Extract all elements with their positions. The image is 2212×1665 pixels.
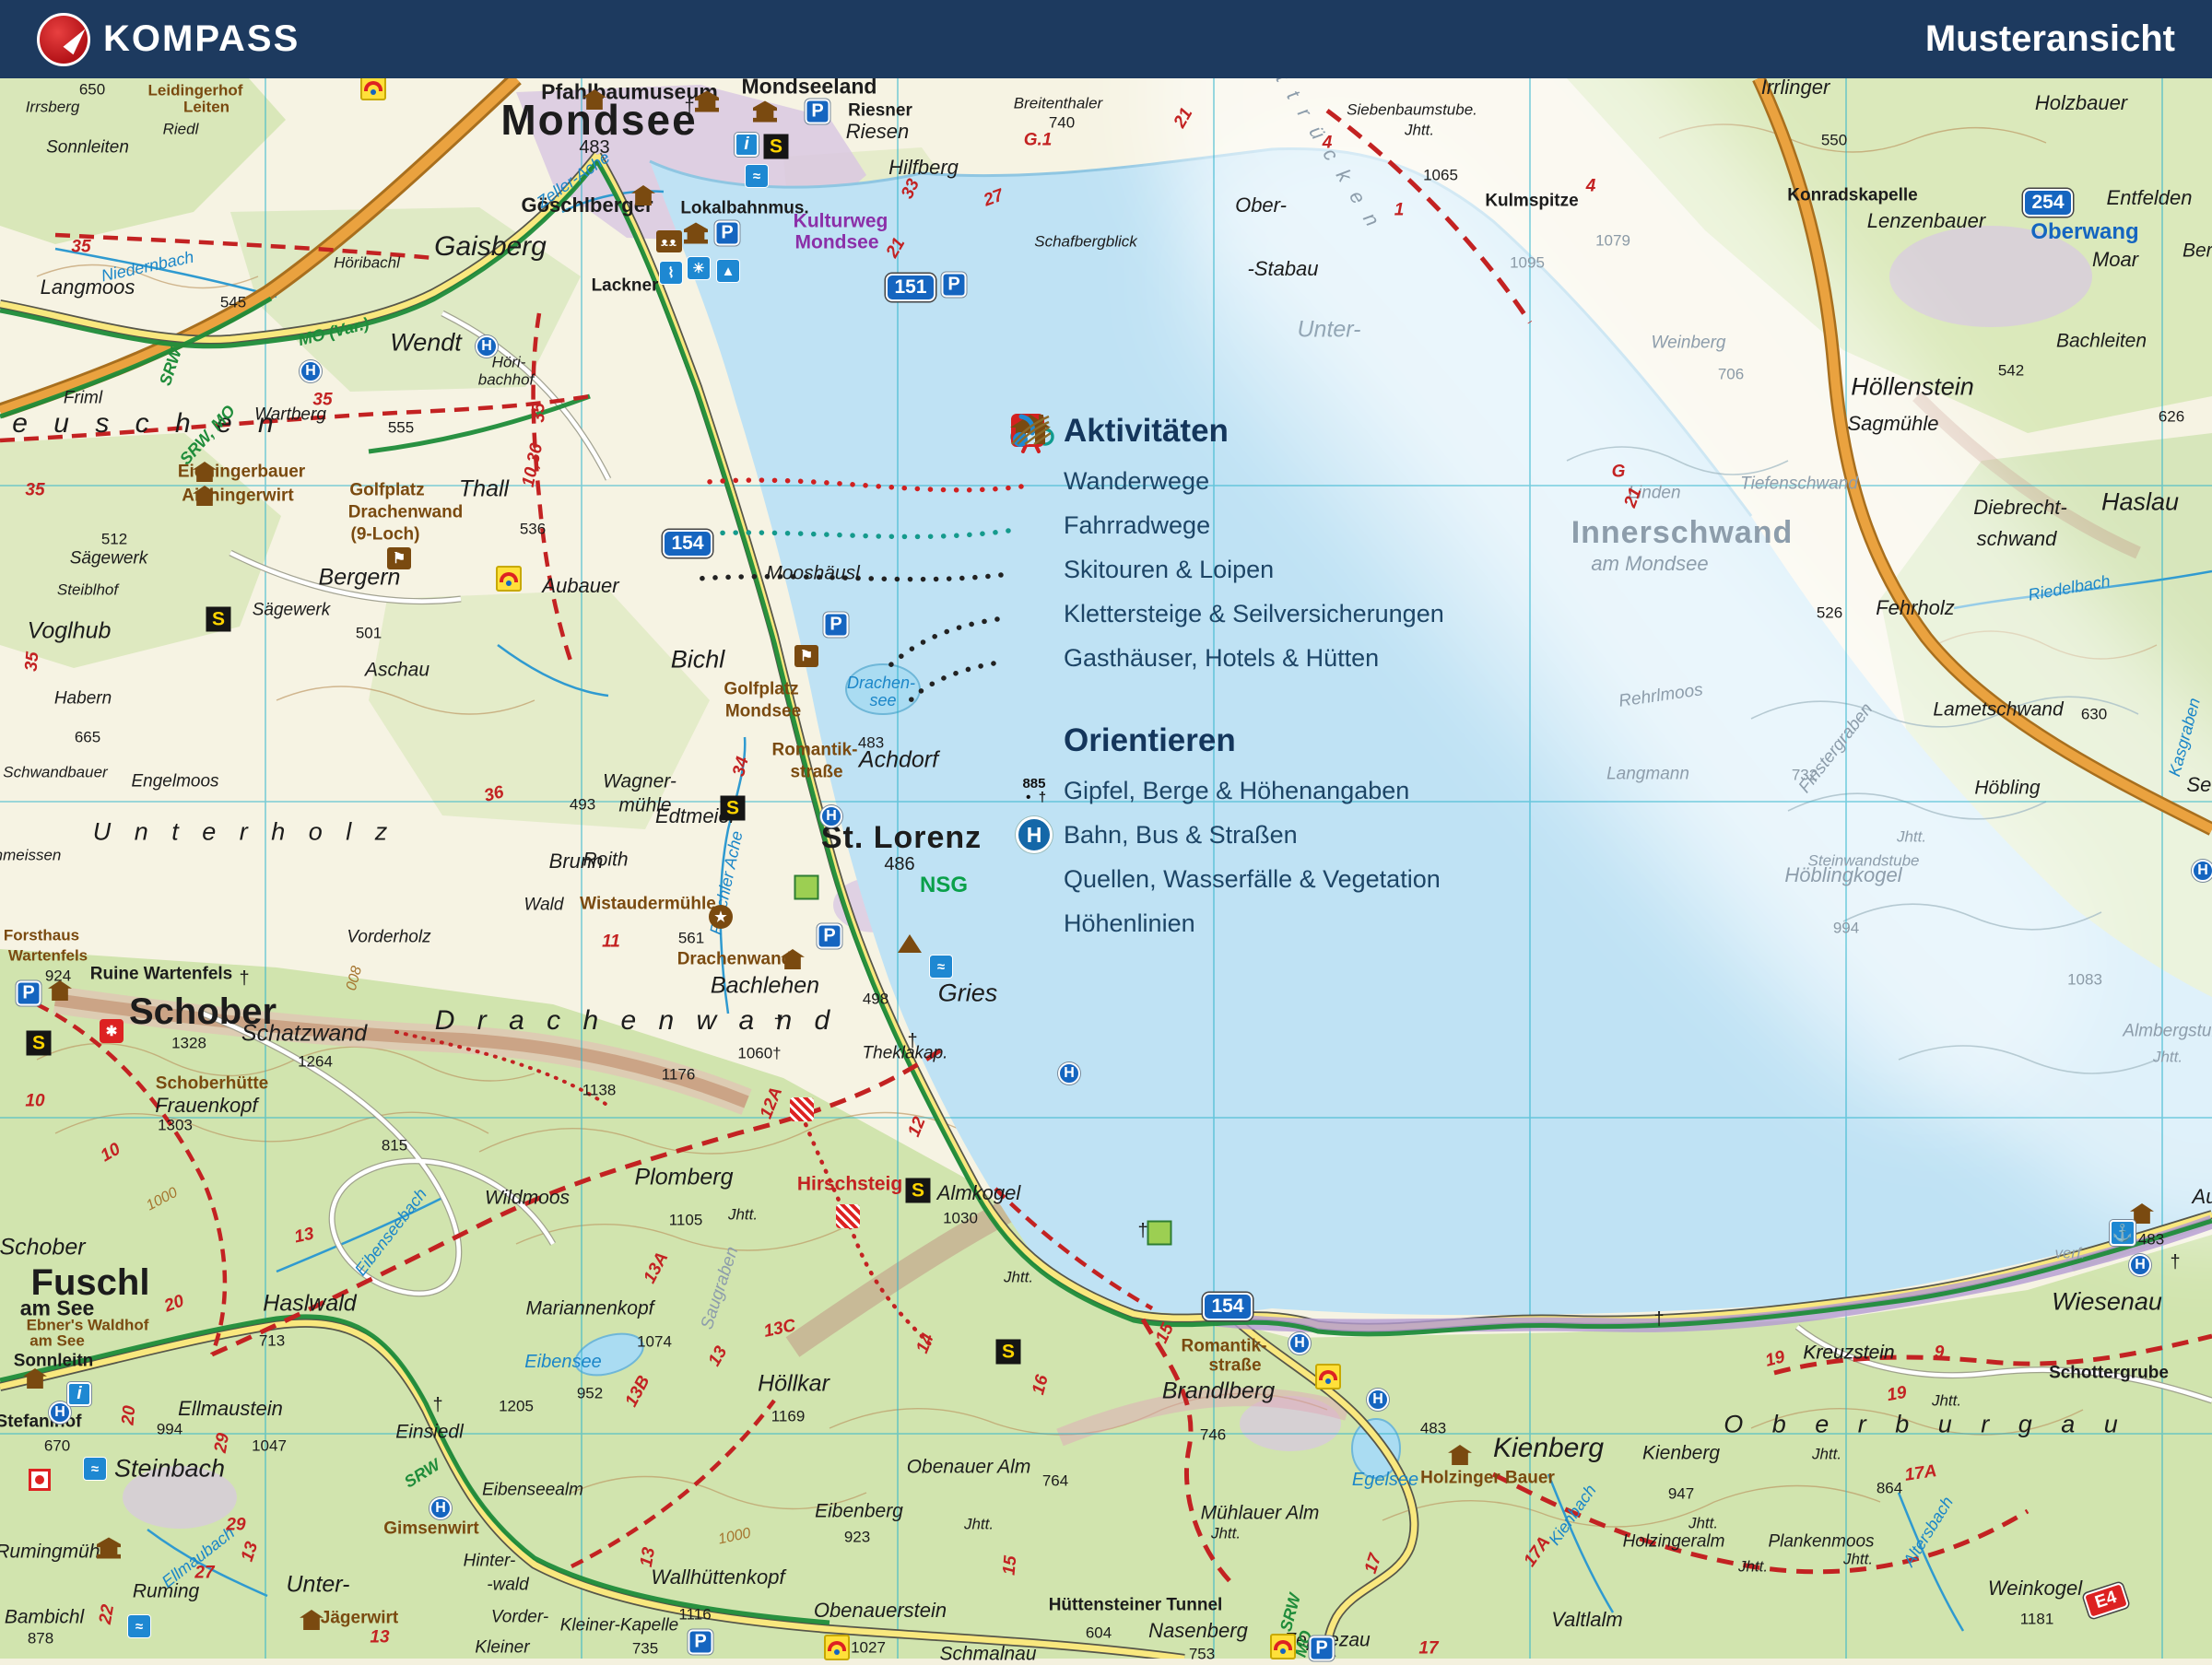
legend-item-label: Höhenlinien — [1064, 909, 1195, 938]
legend-orientation-items: 885 • †Gipfel, Berge & HöhenangabenHBahn… — [1010, 768, 1444, 945]
header-bar: KOMPASS Musteransicht — [0, 0, 2212, 78]
legend-item: Fahrradwege — [1010, 503, 1444, 547]
legend-item: HBahn, Bus & Straßen — [1010, 813, 1444, 857]
legend-item-label: Bahn, Bus & Straßen — [1064, 821, 1298, 850]
legend-activities-heading: Aktivitäten — [1064, 413, 1444, 450]
legend-item-label: Wanderwege — [1064, 467, 1209, 496]
brand: KOMPASS — [37, 13, 300, 66]
legend-activities-items: Wanderwege Fahrradwege Skitouren & Loipen K… — [1010, 459, 1444, 680]
page-title: Musteransicht — [1925, 18, 2175, 60]
kompass-logo-icon — [37, 13, 90, 66]
legend-item-label: Klettersteige & Seilversicherungen — [1064, 600, 1444, 628]
legend-item: Skitouren & Loipen — [1010, 547, 1444, 592]
brand-name: KOMPASS — [103, 18, 300, 60]
legend-item-label: Fahrradwege — [1064, 511, 1210, 540]
legend-item: Klettersteige & Seilversicherungen — [1010, 592, 1444, 636]
legend-orientation-section: Orientieren 885 • †Gipfel, Berge & Höhen… — [1010, 722, 1444, 945]
kompass-map-sample: { "header": { "brand": "KOMPASS", "title… — [0, 0, 2212, 1659]
map-legend: Aktivitäten Wanderwege Fahrradwege Skitour… — [1010, 413, 1444, 945]
legend-item: Höhenlinien — [1010, 901, 1444, 945]
legend-item-label: Gipfel, Berge & Höhenangaben — [1064, 777, 1409, 805]
topo-map-canvas[interactable]: 650IrrsbergLeidingerhofLeitenSonnleitenR… — [0, 0, 2212, 1659]
legend-item-label: Skitouren & Loipen — [1064, 556, 1274, 584]
legend-item-label: Gasthäuser, Hotels & Hütten — [1064, 644, 1379, 673]
bus-icon: H — [1010, 816, 1058, 853]
legend-item: Quellen, Wasserfälle & Vegetation — [1010, 857, 1444, 901]
legend-activities-section: Aktivitäten Wanderwege Fahrradwege Skitour… — [1010, 413, 1444, 680]
legend-item-label: Quellen, Wasserfälle & Vegetation — [1064, 865, 1441, 894]
legend-item: Gasthäuser, Hotels & Hütten — [1010, 636, 1444, 680]
peak-icon: 885 • † — [1010, 777, 1058, 804]
legend-orientation-heading: Orientieren — [1064, 722, 1444, 759]
legend-item: 885 • †Gipfel, Berge & Höhenangaben — [1010, 768, 1444, 813]
legend-item: Wanderwege — [1010, 459, 1444, 503]
